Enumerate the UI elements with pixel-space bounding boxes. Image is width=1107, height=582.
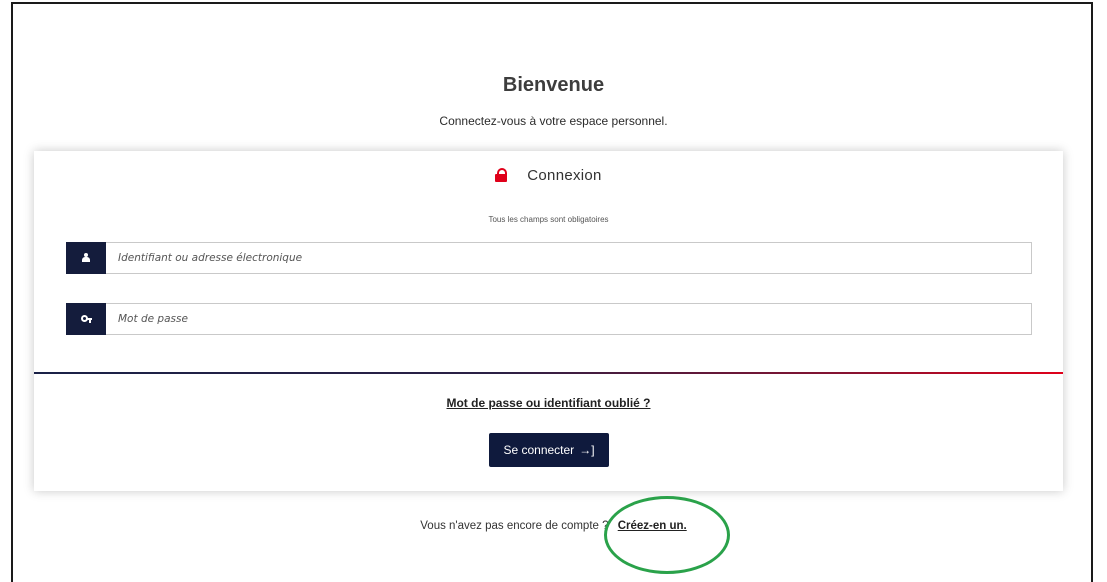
forgot-credentials-link[interactable]: Mot de passe ou identifiant oublié ? <box>446 396 650 410</box>
lock-icon <box>495 168 508 182</box>
card-title: Connexion <box>527 166 602 184</box>
page-title: Bienvenue <box>502 74 605 96</box>
forgot-credentials-row: Mot de passe ou identifiant oublié ? <box>34 396 1063 410</box>
password-input[interactable] <box>106 312 1020 326</box>
sign-in-icon: →] <box>579 443 595 457</box>
user-icon-box <box>66 241 106 274</box>
signup-prompt-text: Vous n'avez pas encore de compte ? <box>420 520 609 532</box>
page-subtitle: Connectez-vous à votre espace personnel. <box>439 114 668 128</box>
username-input[interactable] <box>106 251 1020 265</box>
required-fields-note: Tous les champs sont obligatoires <box>488 215 609 224</box>
create-account-link[interactable]: Créez-en un. <box>618 520 687 532</box>
signup-prompt-row: Vous n'avez pas encore de compte ? Créez… <box>0 520 1107 532</box>
user-icon <box>82 253 90 262</box>
key-icon-box <box>66 302 106 335</box>
login-card: Connexion Tous les champs sont obligatoi… <box>34 151 1063 491</box>
login-button-label: Se connecter <box>503 443 575 457</box>
key-icon <box>80 314 92 323</box>
gradient-divider <box>34 372 1063 374</box>
card-title-row: Connexion <box>34 165 1063 185</box>
login-button[interactable]: Se connecter →] <box>489 433 609 467</box>
username-field[interactable] <box>66 241 1032 274</box>
password-field[interactable] <box>66 302 1032 335</box>
